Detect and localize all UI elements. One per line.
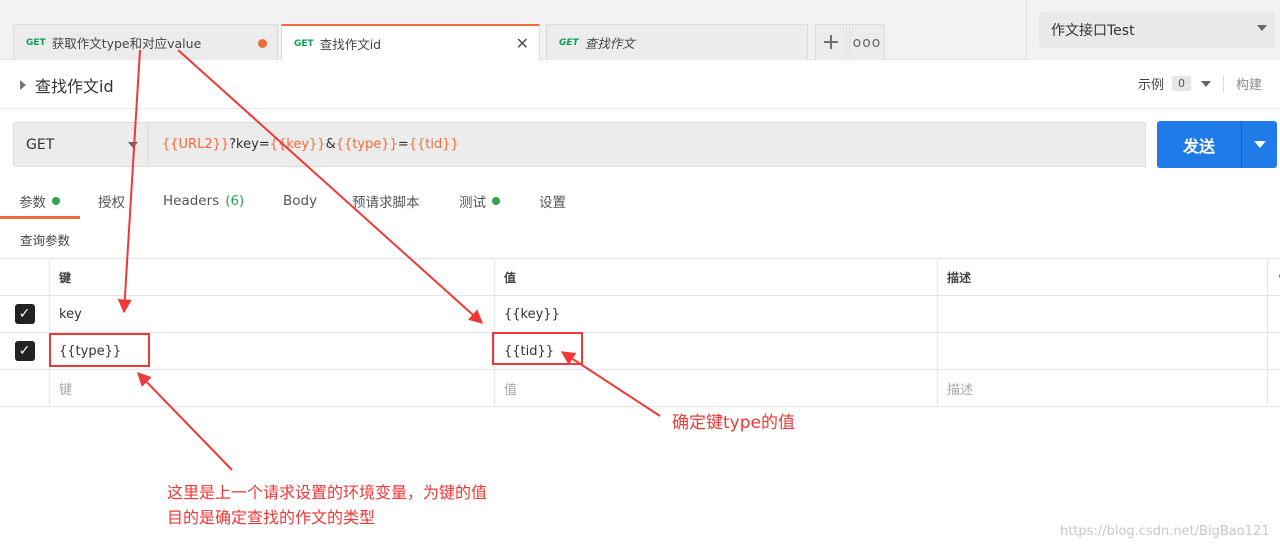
row-checkbox-cell: ✓ [0,333,49,369]
status-dot-icon [52,197,60,205]
environment-select[interactable]: 作文接口Test [1039,12,1275,48]
tab-params[interactable]: 参数 [19,190,60,212]
url-text: = [397,137,409,152]
headers-count: (6) [225,193,245,209]
tab-body[interactable]: Body [283,190,317,212]
annotation-determine-type-value: 确定键type的值 [672,413,795,433]
caret-right-icon [20,80,26,90]
row-checkbox-cell: ✓ [0,296,49,332]
table-row-new: 键 值 描述 [0,370,1280,407]
send-dropdown-button[interactable] [1241,121,1277,168]
subtab-label: 预请求脚本 [352,195,420,211]
subtab-label: 参数 [19,195,46,211]
url-input[interactable]: {{URL2}} ?key= {{key}} & {{type}} = {{tid}} [149,122,1146,167]
highlight-box-type [49,333,150,367]
new-value-input[interactable]: 值 [494,370,937,406]
url-variable: {{type}} [335,137,398,152]
tab-label: 查找作文id [319,37,382,52]
tab-find-essay[interactable]: GET 查找作文 [546,24,808,60]
column-header-key: 键 [49,259,494,295]
url-text: & [325,137,336,152]
row-end-cell [1267,370,1280,406]
param-value-field[interactable]: {{key}} [494,296,937,332]
tab-authorization[interactable]: 授权 [98,190,125,212]
params-table: 键 值 描述 • ✓ key {{key}} ✓ {{type}} {{tid}… [0,258,1280,407]
param-description-field[interactable] [937,333,1267,369]
tab-settings[interactable]: 设置 [539,190,566,212]
annotation-env-variable-line2: 目的是确定查找的作文的类型 [167,508,376,527]
chevron-down-icon [1201,80,1212,87]
tab-get-type-value[interactable]: GET 获取作文type和对应value [13,24,278,60]
tab-method: GET [26,37,46,48]
tab-method: GET [294,38,314,49]
column-header-description: 描述 [937,259,1267,295]
method-label: GET [26,136,55,153]
row-end-cell [1267,296,1280,332]
header-spacer [0,259,49,295]
method-select[interactable]: GET [13,122,149,167]
url-variable: {{tid}} [408,137,459,152]
highlight-box-tid [492,332,583,365]
unsaved-dot-icon [258,39,267,48]
tab-label: 获取作文type和对应value [51,36,202,51]
subtab-label: 设置 [539,195,566,211]
new-description-input[interactable]: 描述 [937,370,1267,406]
checkbox[interactable]: ✓ [14,341,35,361]
row-end-cell [1267,333,1280,369]
tab-label: 查找作文 [584,36,635,51]
column-header-value: 值 [494,259,937,295]
divider [0,108,1280,109]
tab-find-essay-id[interactable]: GET 查找作文id ✕ [281,24,540,61]
close-icon[interactable]: ✕ [516,34,529,53]
annotation-env-variable-line1: 这里是上一个请求设置的环境变量，为键的值 [167,483,488,502]
chevron-down-icon [1254,141,1266,148]
tab-tests[interactable]: 测试 [459,190,500,212]
url-variable: {{URL2}} [162,137,230,152]
divider [1223,74,1225,93]
chevron-down-icon [128,142,138,148]
request-title[interactable]: 查找作文id [20,73,114,97]
new-key-input[interactable]: 键 [49,370,494,406]
request-name: 查找作文id [35,77,114,96]
url-text: ?key= [229,137,270,152]
column-options-icon[interactable]: • [1267,259,1280,295]
plus-icon[interactable]: + [815,24,847,60]
build-link[interactable]: 构建 [1236,74,1262,93]
row-checkbox-cell [0,370,49,406]
table-header-row: 键 值 描述 • [0,259,1280,296]
send-button[interactable]: 发送 [1157,121,1241,168]
param-key-field[interactable]: key [49,296,494,332]
subtab-label: Headers [163,193,220,209]
examples-label: 示例 [1138,78,1165,93]
examples-count: 0 [1172,76,1192,91]
status-dot-icon [492,197,500,205]
tab-method: GET [559,37,579,48]
query-params-label: 查询参数 [20,233,71,248]
chevron-down-icon [1257,25,1267,31]
watermark: https://blog.csdn.net/BigBao121 [1060,524,1270,539]
environment-panel: 作文接口Test [1026,0,1280,60]
tab-headers[interactable]: Headers (6) [163,190,244,212]
table-row: ✓ key {{key}} [0,296,1280,333]
checkbox[interactable]: ✓ [14,304,35,324]
url-variable: {{key}} [269,137,326,152]
param-description-field[interactable] [937,296,1267,332]
subtab-label: 授权 [98,195,125,211]
more-icon[interactable]: ooo [849,24,885,60]
examples-menu[interactable]: 示例 0 构建 [1138,74,1262,93]
environment-label: 作文接口Test [1051,23,1135,39]
subtab-label: 测试 [459,195,486,211]
tab-pre-request-script[interactable]: 预请求脚本 [352,190,420,212]
table-row: ✓ {{type}} {{tid}} [0,333,1280,370]
active-tab-indicator [0,216,80,219]
subtab-label: Body [283,193,318,209]
